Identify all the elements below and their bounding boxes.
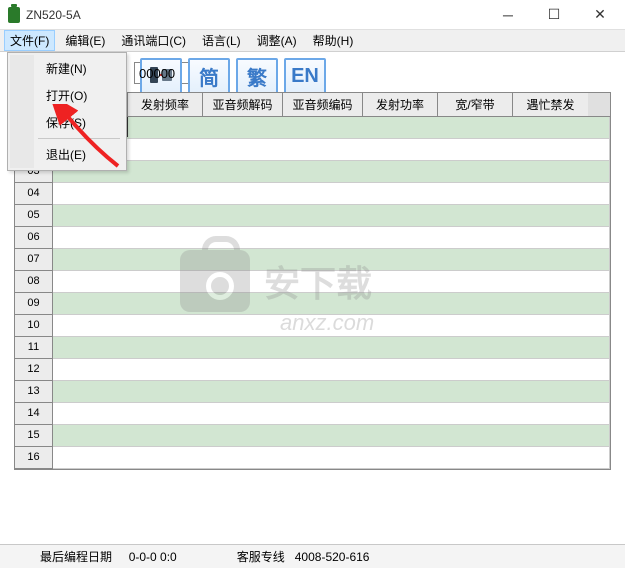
row-cells[interactable] bbox=[53, 315, 610, 337]
status-bar: 最后编程日期 0-0-0 0:0 客服专线 4008-520-616 bbox=[0, 544, 625, 568]
table-row[interactable]: 16 bbox=[15, 447, 610, 469]
row-cells[interactable] bbox=[128, 117, 610, 139]
row-number[interactable]: 11 bbox=[15, 337, 53, 359]
status-date-label: 最后编程日期 bbox=[40, 550, 112, 564]
window-controls: ─ ☐ ✕ bbox=[491, 3, 617, 27]
row-number[interactable]: 14 bbox=[15, 403, 53, 425]
row-cells[interactable] bbox=[53, 425, 610, 447]
row-number[interactable]: 12 bbox=[15, 359, 53, 381]
status-hotline: 客服专线 4008-520-616 bbox=[237, 548, 370, 565]
col-encode[interactable]: 亚音频编码 bbox=[283, 93, 363, 116]
row-cells[interactable] bbox=[53, 205, 610, 227]
row-number[interactable]: 08 bbox=[15, 271, 53, 293]
table-row[interactable]: 13 bbox=[15, 381, 610, 403]
status-date-value: 0-0-0 0:0 bbox=[129, 550, 177, 564]
window-title: ZN520-5A bbox=[26, 8, 491, 22]
status-date: 最后编程日期 0-0-0 0:0 bbox=[40, 548, 177, 565]
row-number[interactable]: 16 bbox=[15, 447, 53, 469]
row-number[interactable]: 10 bbox=[15, 315, 53, 337]
row-number[interactable]: 09 bbox=[15, 293, 53, 315]
row-cells[interactable] bbox=[53, 337, 610, 359]
table-row[interactable]: 12 bbox=[15, 359, 610, 381]
app-icon bbox=[8, 7, 20, 23]
close-button[interactable]: ✕ bbox=[583, 3, 617, 27]
row-number[interactable]: 15 bbox=[15, 425, 53, 447]
row-cells[interactable] bbox=[53, 403, 610, 425]
maximize-button[interactable]: ☐ bbox=[537, 3, 571, 27]
table-row[interactable]: 09 bbox=[15, 293, 610, 315]
menu-file-exit[interactable]: 退出(E) bbox=[34, 141, 124, 168]
table-row[interactable]: 08 bbox=[15, 271, 610, 293]
menu-adjust[interactable]: 调整(A) bbox=[251, 30, 303, 51]
lang-traditional-button[interactable]: 繁 bbox=[236, 58, 278, 94]
lang-english-button[interactable]: EN bbox=[284, 58, 326, 94]
col-decode[interactable]: 亚音频解码 bbox=[203, 93, 283, 116]
row-cells[interactable] bbox=[53, 293, 610, 315]
menu-edit[interactable]: 编辑(E) bbox=[59, 30, 111, 51]
row-cells[interactable] bbox=[53, 183, 610, 205]
menu-file-open[interactable]: 打开(O) bbox=[34, 82, 124, 109]
row-number[interactable]: 05 bbox=[15, 205, 53, 227]
status-hotline-value: 4008-520-616 bbox=[295, 550, 370, 564]
file-dropdown: 新建(N) 打开(O) 保存(S) 退出(E) bbox=[7, 52, 127, 171]
menu-separator bbox=[38, 138, 120, 139]
table-row[interactable]: 14 bbox=[15, 403, 610, 425]
menu-file-new[interactable]: 新建(N) bbox=[34, 55, 124, 82]
menu-lang[interactable]: 语言(L) bbox=[196, 30, 247, 51]
menu-comport[interactable]: 通讯端口(C) bbox=[115, 30, 192, 51]
col-bandwidth[interactable]: 宽/窄带 bbox=[438, 93, 513, 116]
table-row[interactable]: 06 bbox=[15, 227, 610, 249]
row-cells[interactable] bbox=[53, 161, 610, 183]
row-cells[interactable] bbox=[53, 271, 610, 293]
menu-file-save[interactable]: 保存(S) bbox=[34, 109, 124, 136]
row-cells[interactable] bbox=[53, 359, 610, 381]
row-number[interactable]: 07 bbox=[15, 249, 53, 271]
row-cells[interactable] bbox=[53, 447, 610, 469]
row-cells[interactable] bbox=[53, 249, 610, 271]
title-bar: ZN520-5A ─ ☐ ✕ bbox=[0, 0, 625, 30]
table-row[interactable]: 11 bbox=[15, 337, 610, 359]
col-power[interactable]: 发射功率 bbox=[363, 93, 438, 116]
table-row[interactable]: 15 bbox=[15, 425, 610, 447]
table-row[interactable]: 07 bbox=[15, 249, 610, 271]
menu-help[interactable]: 帮助(H) bbox=[307, 30, 360, 51]
table-row[interactable]: 04 bbox=[15, 183, 610, 205]
row-cells[interactable] bbox=[53, 139, 610, 161]
minimize-button[interactable]: ─ bbox=[491, 3, 525, 27]
col-busy[interactable]: 遇忙禁发 bbox=[513, 93, 588, 116]
freq-value: 00000 bbox=[139, 66, 175, 81]
menu-file[interactable]: 文件(F) bbox=[4, 30, 55, 51]
row-number[interactable]: 04 bbox=[15, 183, 53, 205]
row-cells[interactable] bbox=[53, 381, 610, 403]
row-cells[interactable] bbox=[53, 227, 610, 249]
menu-bar: 文件(F) 编辑(E) 通讯端口(C) 语言(L) 调整(A) 帮助(H) bbox=[0, 30, 625, 52]
table-row[interactable]: 05 bbox=[15, 205, 610, 227]
table-row[interactable]: 10 bbox=[15, 315, 610, 337]
row-number[interactable]: 13 bbox=[15, 381, 53, 403]
row-number[interactable]: 06 bbox=[15, 227, 53, 249]
status-hotline-label: 客服专线 bbox=[237, 550, 285, 564]
col-tx[interactable]: 发射频率 bbox=[128, 93, 203, 116]
lang-simplified-button[interactable]: 简 bbox=[188, 58, 230, 94]
